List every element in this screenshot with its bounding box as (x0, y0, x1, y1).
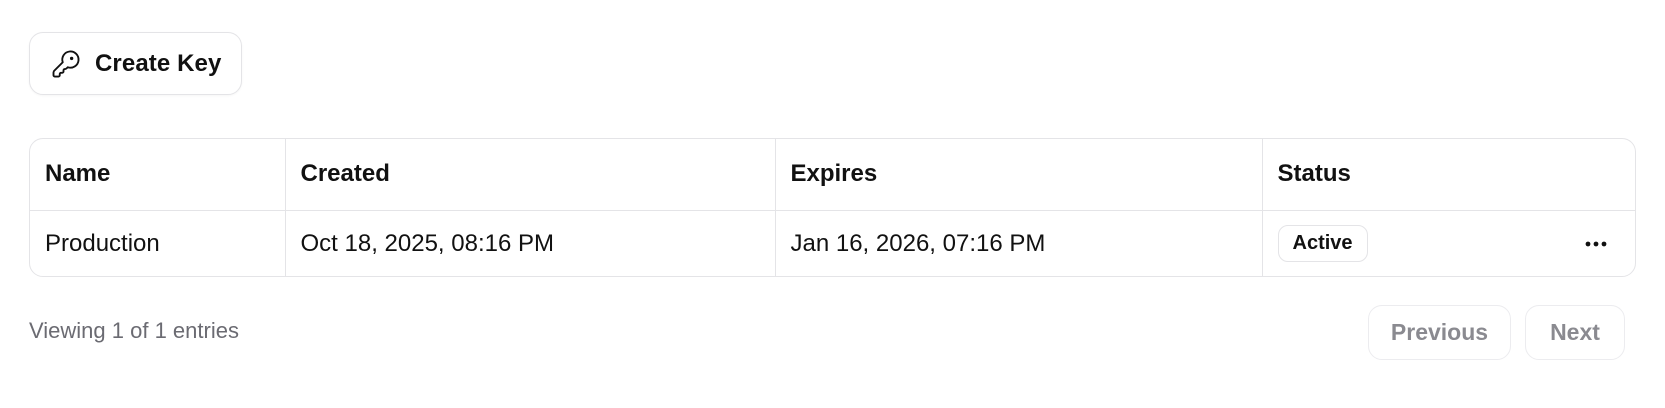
column-header-status: Status (1277, 160, 1351, 188)
pagination-summary: Viewing 1 of 1 entries (29, 318, 239, 343)
row-actions-button[interactable] (1581, 234, 1611, 254)
column-header-name: Name (30, 139, 286, 210)
key-icon (51, 49, 81, 79)
create-key-label: Create Key (95, 49, 222, 77)
cell-expires: Jan 16, 2026, 07:16 PM (775, 210, 1263, 276)
status-badge: Active (1277, 225, 1368, 263)
column-header-created: Created (285, 139, 776, 210)
previous-page-button[interactable]: Previous (1368, 305, 1511, 360)
cell-created: Oct 18, 2025, 08:16 PM (285, 210, 776, 276)
table-row: Production Oct 18, 2025, 08:16 PM Jan 16… (30, 210, 1635, 276)
next-page-button[interactable]: Next (1525, 305, 1625, 360)
more-horizontal-icon (1585, 241, 1607, 247)
api-keys-page: Create Key Name Created Expires Status P (0, 0, 1665, 408)
api-keys-table: Name Created Expires Status Production O… (29, 138, 1636, 277)
cell-status: Active (1262, 210, 1635, 276)
column-header-expires: Expires (775, 139, 1263, 210)
cell-name: Production (30, 210, 286, 276)
table-header-row: Name Created Expires Status (30, 139, 1635, 210)
create-key-button[interactable]: Create Key (29, 32, 242, 95)
